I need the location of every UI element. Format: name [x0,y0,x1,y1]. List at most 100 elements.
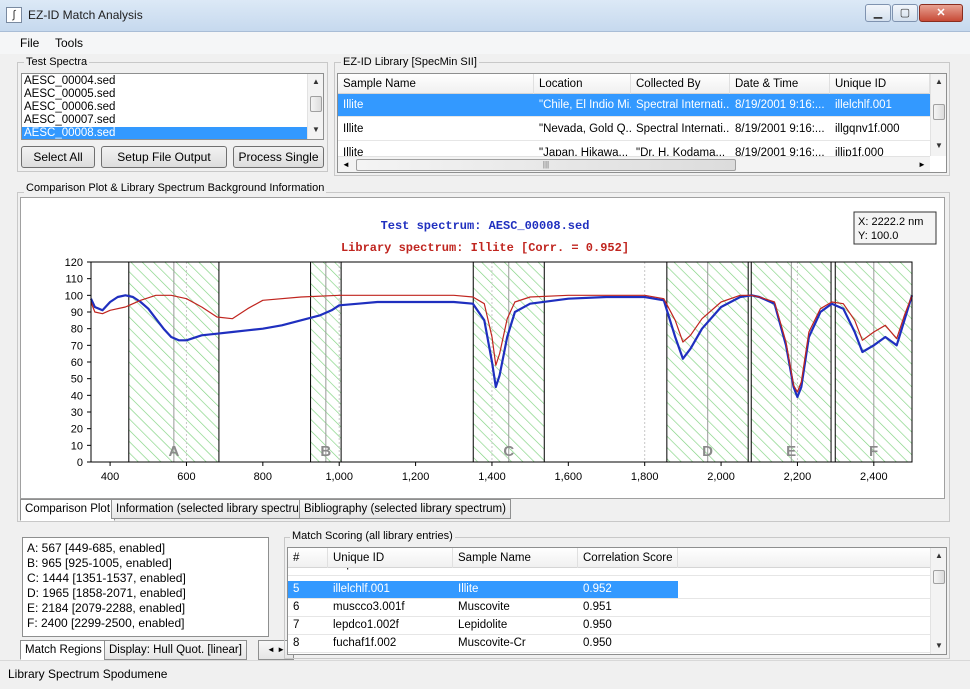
scoring-table-header: # Unique ID Sample Name Correlation Scor… [288,548,930,568]
scroll-down-icon[interactable]: ▼ [931,638,946,654]
spectrum-chart[interactable]: A B C D E F 0 10 20 30 40 50 60 70 80 90 100 110 120 400 60… [21,198,944,498]
menu-file[interactable]: File [20,36,39,50]
scroll-thumb[interactable] [933,104,945,120]
status-text: Library Spectrum Spodumene [8,667,168,681]
comparison-plot[interactable]: A B C D E F 0 10 20 30 40 50 60 70 80 90 100 110 120 400 60… [20,197,945,499]
scroll-down-icon[interactable]: ▼ [308,122,323,138]
library-cell: "Nevada, Gold Q... [539,123,631,135]
test-spectrum-title: Test spectrum: AESC_00008.sed [381,219,590,233]
close-button[interactable]: ✕ [919,4,963,22]
library-row[interactable]: Illite "Chile, El Indio Mi... Spectral Int… [338,94,930,117]
col-sample-name[interactable]: Sample Name [338,74,534,94]
scoring-cell: muscco3.001f [333,601,405,613]
process-single-button[interactable]: Process Single [233,146,324,168]
x-tick-label: 1,000 [325,471,353,483]
maximize-button[interactable]: ▢ [892,4,918,22]
library-vscrollbar[interactable]: ▲ ▼ [930,74,946,156]
y-tick-label: 50 [71,374,83,386]
y-tick-label: 100 [65,290,83,302]
test-spectrum-item[interactable]: AESC_00005.sed [22,88,307,101]
region-label: E [786,443,796,460]
col-date-time[interactable]: Date & Time [730,74,830,94]
test-spectrum-item[interactable]: AESC_00004.sed [22,75,307,88]
scroll-up-icon[interactable]: ▲ [308,74,323,90]
scroll-thumb[interactable] [933,570,945,584]
y-tick-label: 10 [71,440,83,452]
select-all-button[interactable]: Select All [21,146,95,168]
scoring-cell: 0.951 [583,601,612,613]
test-spectrum-item[interactable]: AESC_00008.sed [22,127,307,139]
tab-display-hull[interactable]: Display: Hull Quot. [linear] [104,640,247,660]
status-bar: Library Spectrum Spodumene [0,660,970,689]
y-tick-label: 120 [65,257,83,269]
tab-information[interactable]: Information (selected library spectrum) [111,499,318,519]
library-cell: 8/19/2001 9:16:... [735,147,825,156]
match-region-item[interactable]: C: 1444 [1351-1537, enabled] [25,571,265,586]
region-label: F [869,443,878,460]
match-region-item[interactable]: D: 1965 [1858-2071, enabled] [25,586,265,601]
scroll-up-icon[interactable]: ▲ [931,548,946,564]
scoring-cell: 8 [293,637,300,649]
test-spectra-list[interactable]: AESC_00004.sed AESC_00005.sed AESC_00006.s… [21,73,324,140]
scoring-cell: fuchaf1f.002 [333,637,397,649]
col-unique-id[interactable]: Unique ID [830,74,930,94]
match-region-item[interactable]: B: 965 [925-1005, enabled] [25,556,265,571]
scroll-left-icon[interactable]: ◄ [267,645,275,654]
col-collected-by[interactable]: Collected By [631,74,730,94]
tab-bibliography[interactable]: Bibliography (selected library spectrum) [299,499,511,519]
library-row[interactable]: Illite "Japan, Hikawa... "Dr. H. Kodama...… [338,142,930,156]
library-cell: "Japan, Hikawa... [539,147,629,156]
scroll-thumb[interactable] [310,96,322,112]
scroll-left-icon[interactable]: ◄ [342,157,350,172]
match-region-item[interactable]: A: 567 [449-685, enabled] [25,541,265,556]
test-spectrum-item[interactable]: AESC_00007.sed [22,114,307,127]
match-region-item[interactable]: E: 2184 [2079-2288, enabled] [25,601,265,616]
scoring-row[interactable]: 7 lepdco1.002f Lepidolite 0.950 [288,617,930,635]
setup-file-output-button[interactable]: Setup File Output [101,146,227,168]
test-spectrum-item[interactable]: AESC_00006.sed [22,101,307,114]
library-spectrum-title: Library spectrum: Illite [Corr. = 0.952] [341,241,629,255]
menu-bar: File Tools [0,32,970,54]
col-location[interactable]: Location [534,74,631,94]
test-spectra-label: Test Spectra [24,56,90,68]
match-region-tabs: Match Regions Display: Hull Quot. [linea… [20,640,294,660]
match-region-item[interactable]: F: 2400 [2299-2500, enabled] [25,616,265,631]
library-hscrollbar[interactable]: ◄ ||| ► [338,156,930,172]
tab-match-regions[interactable]: Match Regions [20,640,107,660]
scoring-row[interactable]: 8 fuchaf1f.002 Muscovite-Cr 0.950 [288,635,930,653]
menu-tools[interactable]: Tools [55,36,83,50]
hscroll-thumb[interactable]: ||| [356,159,736,171]
library-cell: "Chile, El Indio Mi... [539,99,631,111]
scoring-cell: illelchlf.001 [333,583,390,595]
region-label: A [168,443,179,460]
scoring-row[interactable]: 5 illelchlf.001 Illite 0.952 [288,581,930,599]
scoring-cell: 0.950 [583,637,612,649]
scoring-row[interactable]: 4illzpc1f.003Illite0.955 [288,568,930,576]
library-row[interactable]: Illite "Nevada, Gold Q... Spectral Interna… [338,118,930,141]
library-cell: Illite [343,123,364,135]
scoring-cell: 0.955 [578,568,678,575]
scroll-down-icon[interactable]: ▼ [931,138,946,154]
col-number[interactable]: # [288,548,328,568]
library-table[interactable]: Sample Name Location Collected By Date &… [337,73,947,173]
y-tick-label: 70 [71,340,83,352]
tab-comparison-plot[interactable]: Comparison Plot [20,499,116,521]
scoring-scrollbar[interactable]: ▲ ▼ [930,548,946,654]
test-list-scrollbar[interactable]: ▲ ▼ [307,74,323,139]
scroll-up-icon[interactable]: ▲ [931,74,946,90]
scoring-row[interactable]: 6 muscco3.001f Muscovite 0.951 [288,599,930,617]
scoring-table[interactable]: # Unique ID Sample Name Correlation Scor… [287,547,947,655]
col-score-sample-name[interactable]: Sample Name [453,548,578,568]
comparison-label: Comparison Plot & Library Spectrum Backg… [24,182,327,194]
library-cell: Spectral Internati... [636,99,730,111]
col-correlation-score[interactable]: Correlation Score [578,548,678,568]
library-label: EZ-ID Library [SpecMin SII] [341,56,479,68]
scoring-cell: Illite [453,568,578,575]
match-regions-list[interactable]: A: 567 [449-685, enabled] B: 965 [925-100… [22,537,269,637]
x-tick-label: 400 [101,471,119,483]
chart-icon: ∫ [6,7,22,23]
minimize-button[interactable]: ▁ [865,4,891,22]
scroll-right-icon[interactable]: ► [918,157,926,172]
col-score-unique-id[interactable]: Unique ID [328,548,453,568]
scoring-cell: 7 [293,619,300,631]
